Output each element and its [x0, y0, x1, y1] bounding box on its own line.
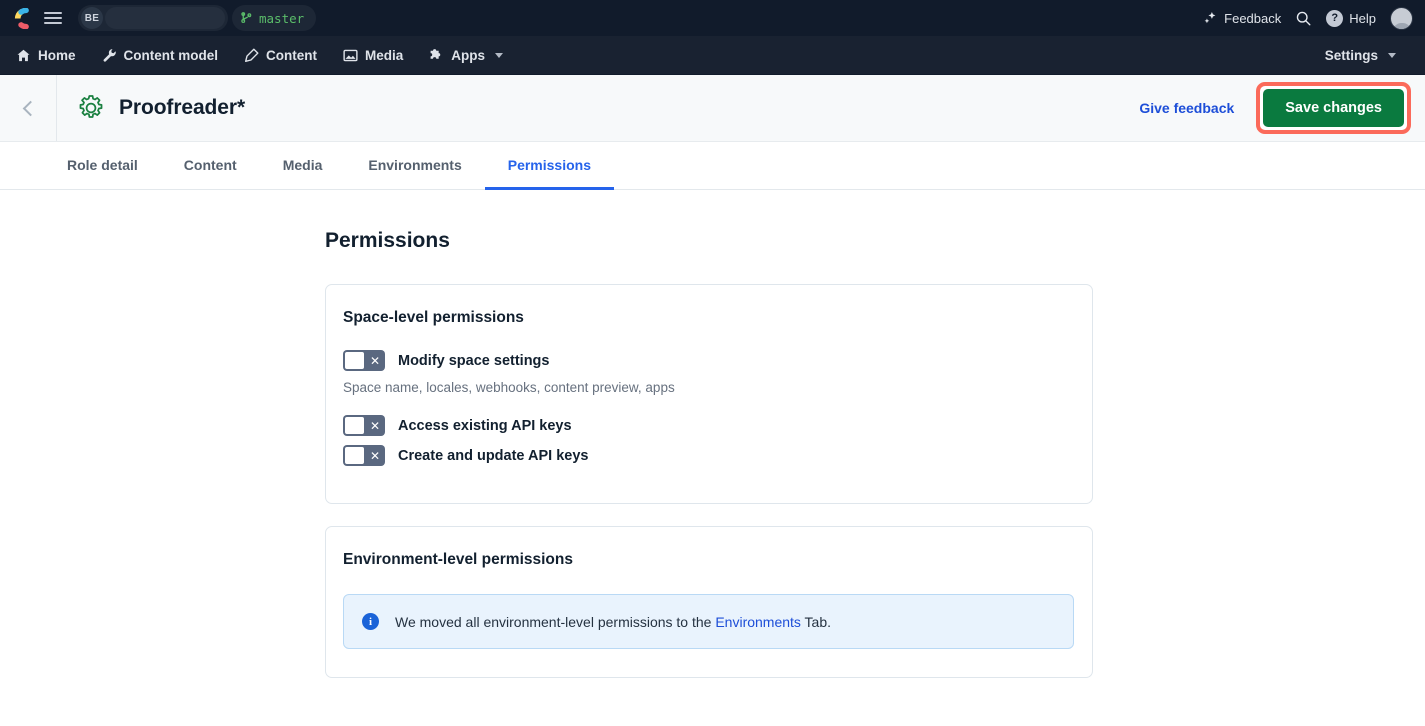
tab-environments[interactable]: Environments — [345, 142, 484, 190]
permission-help-text: Space name, locales, webhooks, content p… — [343, 380, 675, 395]
nav-item-content[interactable]: Content — [231, 36, 330, 74]
search-button[interactable] — [1295, 10, 1312, 27]
feedback-label: Feedback — [1224, 10, 1282, 26]
help-label: Help — [1349, 10, 1376, 26]
save-changes-button[interactable]: Save changes — [1263, 89, 1404, 127]
save-button-highlight: Save changes — [1256, 82, 1411, 134]
tab-permissions[interactable]: Permissions — [484, 142, 614, 190]
nav-label: Apps — [451, 47, 486, 63]
top-bar: BE master Feedback ? Help — [0, 0, 1425, 36]
wrench-icon — [103, 48, 116, 62]
tab-content[interactable]: Content — [161, 142, 260, 190]
home-icon — [17, 49, 30, 61]
note-suffix: Tab. — [800, 613, 832, 630]
close-icon: ✕ — [369, 353, 380, 368]
toggle-knob — [345, 447, 364, 464]
toggle-knob — [345, 352, 364, 369]
nav-label: Home — [38, 47, 76, 63]
info-note: i We moved all environment-level permiss… — [343, 594, 1074, 649]
search-icon — [1297, 11, 1311, 25]
toggle-modify-space-settings[interactable]: ✕ — [343, 350, 385, 371]
card-title: Space-level permissions — [343, 309, 524, 326]
permission-row-access-existing-api-keys: ✕ Access existing API keys — [343, 415, 1074, 436]
nav-item-media[interactable]: Media — [330, 36, 416, 74]
topbar-actions: Feedback ? Help — [1203, 0, 1413, 36]
nav-label: Content — [266, 47, 318, 63]
info-note-text: We moved all environment-level permissio… — [395, 614, 831, 630]
tab-role-detail[interactable]: Role detail — [44, 142, 161, 190]
help-button[interactable]: ? Help — [1326, 9, 1376, 27]
close-icon: ✕ — [369, 448, 380, 463]
page-header: Proofreader* Give feedback Save changes — [0, 75, 1425, 142]
nav-label: Media — [365, 47, 404, 63]
puzzle-icon — [430, 48, 441, 59]
main-content: Permissions Space-level permissions ✕ Mo… — [0, 190, 1425, 726]
toggle-knob — [345, 417, 364, 434]
environments-tab-link[interactable]: Environments — [715, 614, 801, 630]
question-mark-icon: ? — [1326, 9, 1344, 27]
nav-settings-label: Settings — [1324, 47, 1378, 63]
permission-label: Create and update API keys — [398, 447, 589, 464]
nav-label: Content model — [123, 47, 219, 63]
give-feedback-link[interactable]: Give feedback — [1129, 94, 1244, 122]
space-name-placeholder — [105, 7, 225, 29]
chevron-down-icon — [1388, 52, 1396, 58]
contentful-logo[interactable] — [14, 7, 35, 29]
page-header-actions: Give feedback Save changes — [1129, 75, 1411, 141]
tab-bar: Role detail Content Media Environments P… — [0, 142, 1425, 190]
environment-level-permissions-card: Environment-level permissions i We moved… — [325, 526, 1093, 678]
pen-icon — [245, 48, 259, 62]
nav-item-content-model[interactable]: Content model — [89, 36, 232, 74]
permission-row-modify-space-settings: ✕ Modify space settings — [343, 350, 1074, 371]
nav-item-apps[interactable]: Apps — [416, 36, 516, 74]
permission-label: Access existing API keys — [398, 417, 572, 434]
permission-row-create-and-update-api-keys: ✕ Create and update API keys — [343, 445, 1074, 466]
main-nav: Home Content model Content Media Apps Se… — [0, 36, 1425, 75]
feedback-button[interactable]: Feedback — [1203, 11, 1281, 26]
hamburger-icon[interactable] — [44, 8, 64, 28]
branch-selector[interactable]: master — [232, 5, 317, 31]
space-selector[interactable]: BE — [78, 5, 228, 31]
image-icon — [343, 49, 358, 61]
user-avatar[interactable] — [1390, 6, 1413, 30]
content-column: Permissions Space-level permissions ✕ Mo… — [325, 229, 1093, 678]
space-initials: BE — [81, 7, 103, 29]
nav-settings-group: Settings — [1325, 36, 1409, 74]
toggle-access-existing-api-keys[interactable]: ✕ — [343, 415, 385, 436]
git-branch-icon — [241, 11, 252, 23]
page-title-group: Proofreader* — [77, 94, 245, 122]
branch-label: master — [259, 10, 305, 26]
card-title: Environment-level permissions — [343, 551, 573, 568]
back-button[interactable] — [0, 75, 57, 141]
toggle-create-and-update-api-keys[interactable]: ✕ — [343, 445, 385, 466]
nav-item-home[interactable]: Home — [16, 36, 89, 74]
nav-item-settings[interactable]: Settings — [1325, 36, 1409, 74]
space-level-permissions-card: Space-level permissions ✕ Modify space s… — [325, 284, 1093, 504]
chevron-left-icon — [22, 100, 38, 116]
tab-media[interactable]: Media — [260, 142, 346, 190]
permission-label: Modify space settings — [398, 352, 550, 369]
page-title: Proofreader* — [119, 96, 246, 119]
chevron-down-icon — [495, 52, 504, 58]
sparkle-icon — [1204, 11, 1216, 23]
info-icon: i — [362, 613, 379, 630]
note-prefix: We moved all environment-level permissio… — [395, 613, 716, 630]
close-icon: ✕ — [369, 418, 380, 433]
section-title: Permissions — [325, 229, 450, 252]
gear-icon — [79, 95, 103, 118]
